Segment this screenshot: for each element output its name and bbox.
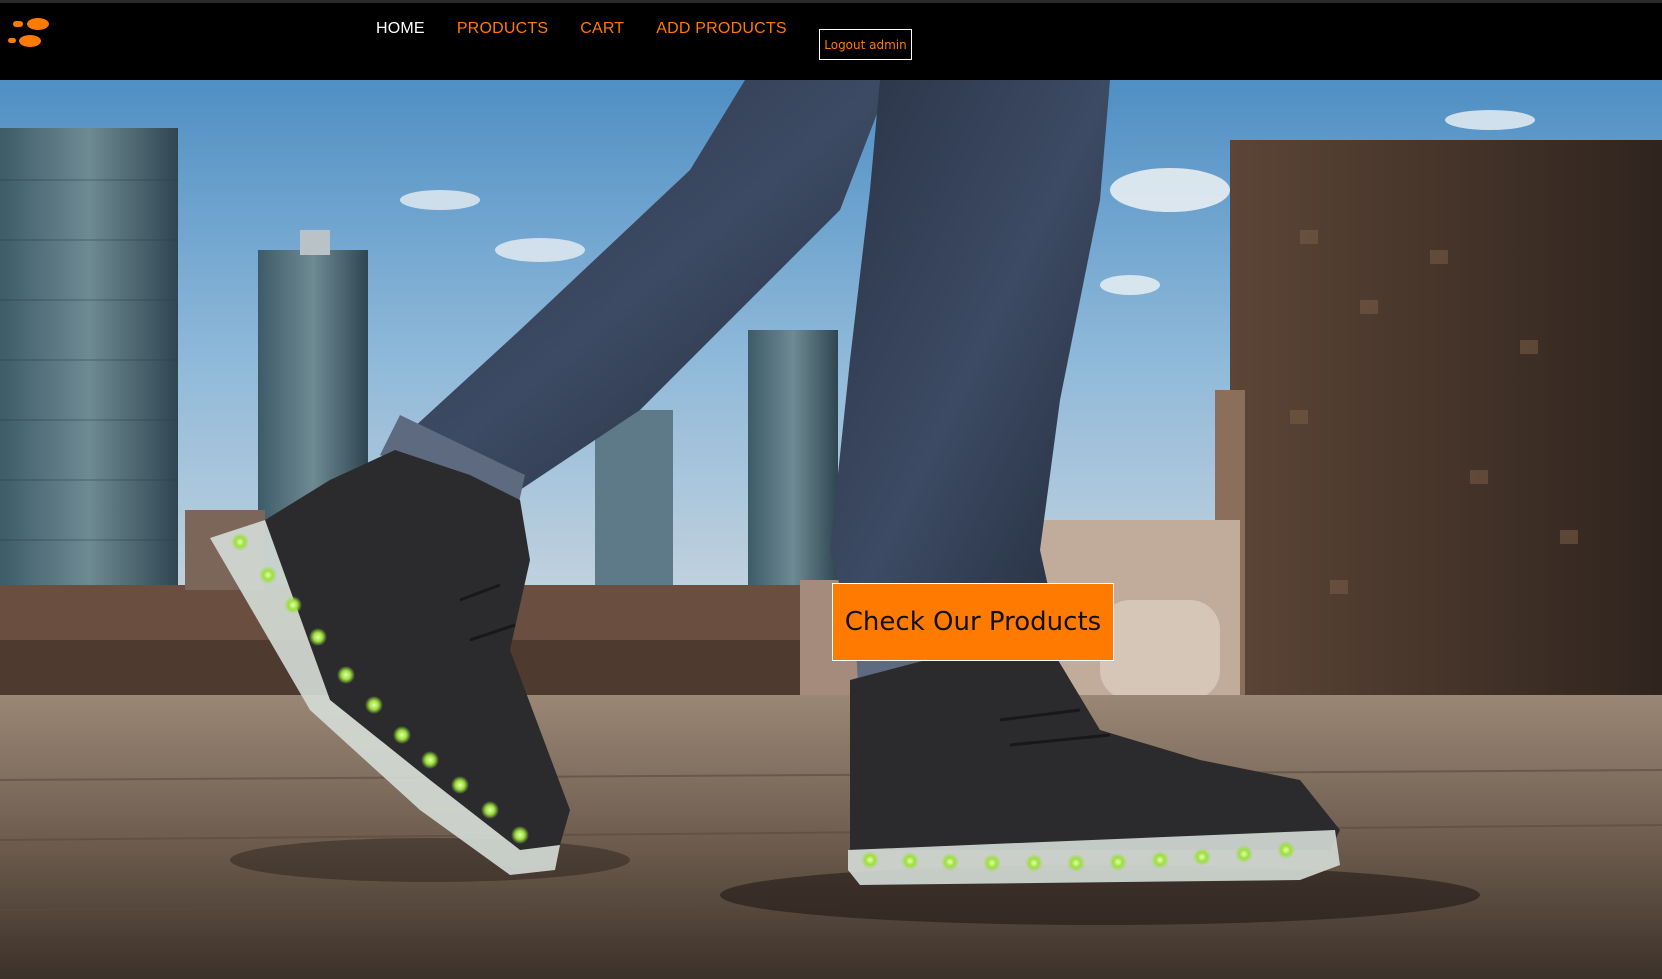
page: HOME PRODUCTS CART ADD PRODUCTS Logout a…: [0, 0, 1662, 979]
nav-products[interactable]: PRODUCTS: [457, 20, 548, 38]
nav-home[interactable]: HOME: [376, 20, 425, 38]
nav-cart[interactable]: CART: [580, 20, 624, 38]
hero-banner: Check Our Products: [0, 80, 1662, 979]
logout-button[interactable]: Logout admin: [819, 29, 912, 60]
footprints-icon[interactable]: [8, 15, 52, 51]
nav-add-products[interactable]: ADD PRODUCTS: [656, 20, 786, 38]
main-nav: HOME PRODUCTS CART ADD PRODUCTS: [376, 20, 819, 38]
top-navbar: HOME PRODUCTS CART ADD PRODUCTS Logout a…: [0, 0, 1662, 80]
hero-sneakers-photo: [0, 80, 1662, 979]
check-products-button[interactable]: Check Our Products: [832, 583, 1114, 661]
